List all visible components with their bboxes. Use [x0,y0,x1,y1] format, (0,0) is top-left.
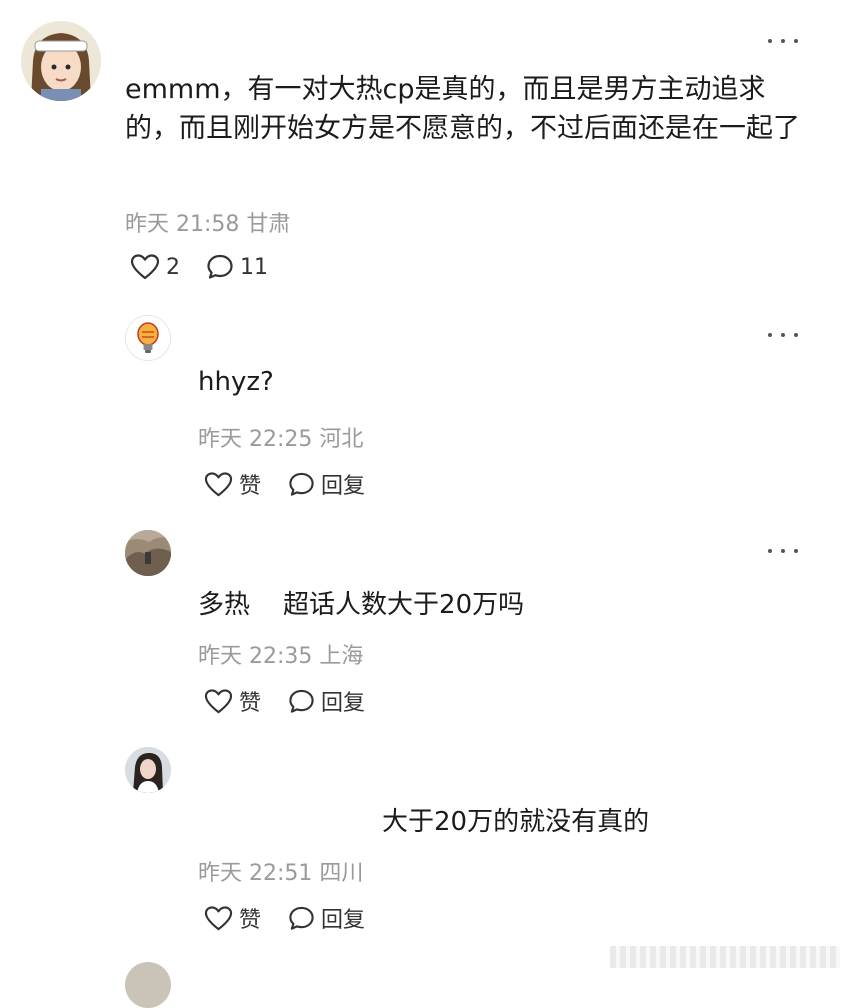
comment-bubble-icon [289,689,314,713]
reply-more-button[interactable] [768,544,798,558]
heart-icon [204,471,233,496]
watermark [610,946,840,968]
reply-avatar[interactable] [125,315,171,361]
more-dots-icon [768,549,772,553]
more-dots-icon [768,39,772,43]
reply-more-button[interactable] [768,328,798,342]
reply-meta: 昨天 22:25 河北 [198,427,364,452]
more-dots-icon [768,333,772,337]
main-comment-meta: 昨天 21:58 甘肃 [125,212,291,237]
reply-text: hhyz? [198,367,274,397]
girl-photo-icon [125,747,171,793]
lightbulb-icon [126,316,170,360]
reply-reply-label: 回复 [321,908,366,933]
heart-icon [204,688,233,713]
comment-bubble-icon [289,472,314,496]
reply-like-button[interactable]: 赞 [204,902,261,934]
next-reply-avatar[interactable] [125,962,171,1008]
reply-like-label: 赞 [239,474,262,499]
reply-like-label: 赞 [239,691,262,716]
reply-avatar[interactable] [125,747,171,793]
avatar-anime-girl-icon [21,21,101,101]
comment-bubble-icon [289,906,314,930]
reply-reply-button[interactable]: 回复 [288,902,365,934]
reply-like-button[interactable]: 赞 [204,468,261,500]
more-options-button[interactable] [768,34,798,48]
reply-reply-label: 回复 [321,691,366,716]
reply-reply-button[interactable]: 回复 [288,685,365,717]
main-like-count: 2 [166,254,180,280]
main-comment-count: 11 [240,254,268,280]
main-comment-avatar[interactable] [21,21,101,101]
heart-icon [130,254,160,280]
reply-reply-button[interactable]: 回复 [288,468,365,500]
main-comment-button[interactable]: 11 [206,253,268,281]
main-comment-text: emmm，有一对大热cp是真的，而且是男方主动追求的，而且刚开始女方是不愿意的，… [125,74,800,144]
comment-bubble-icon [207,254,233,279]
reply-meta: 昨天 22:35 上海 [198,644,364,669]
rocks-photo-icon [125,530,171,576]
reply-text: 多热 超话人数大于20万吗 [198,590,525,620]
reply-text: 大于20万的就没有真的 [382,807,650,837]
reply-avatar[interactable] [125,530,171,576]
reply-meta: 昨天 22:51 四川 [198,861,364,886]
reply-like-label: 赞 [239,908,262,933]
reply-reply-label: 回复 [321,474,366,499]
main-like-button[interactable]: 2 [130,253,180,281]
heart-icon [204,905,233,930]
reply-like-button[interactable]: 赞 [204,685,261,717]
